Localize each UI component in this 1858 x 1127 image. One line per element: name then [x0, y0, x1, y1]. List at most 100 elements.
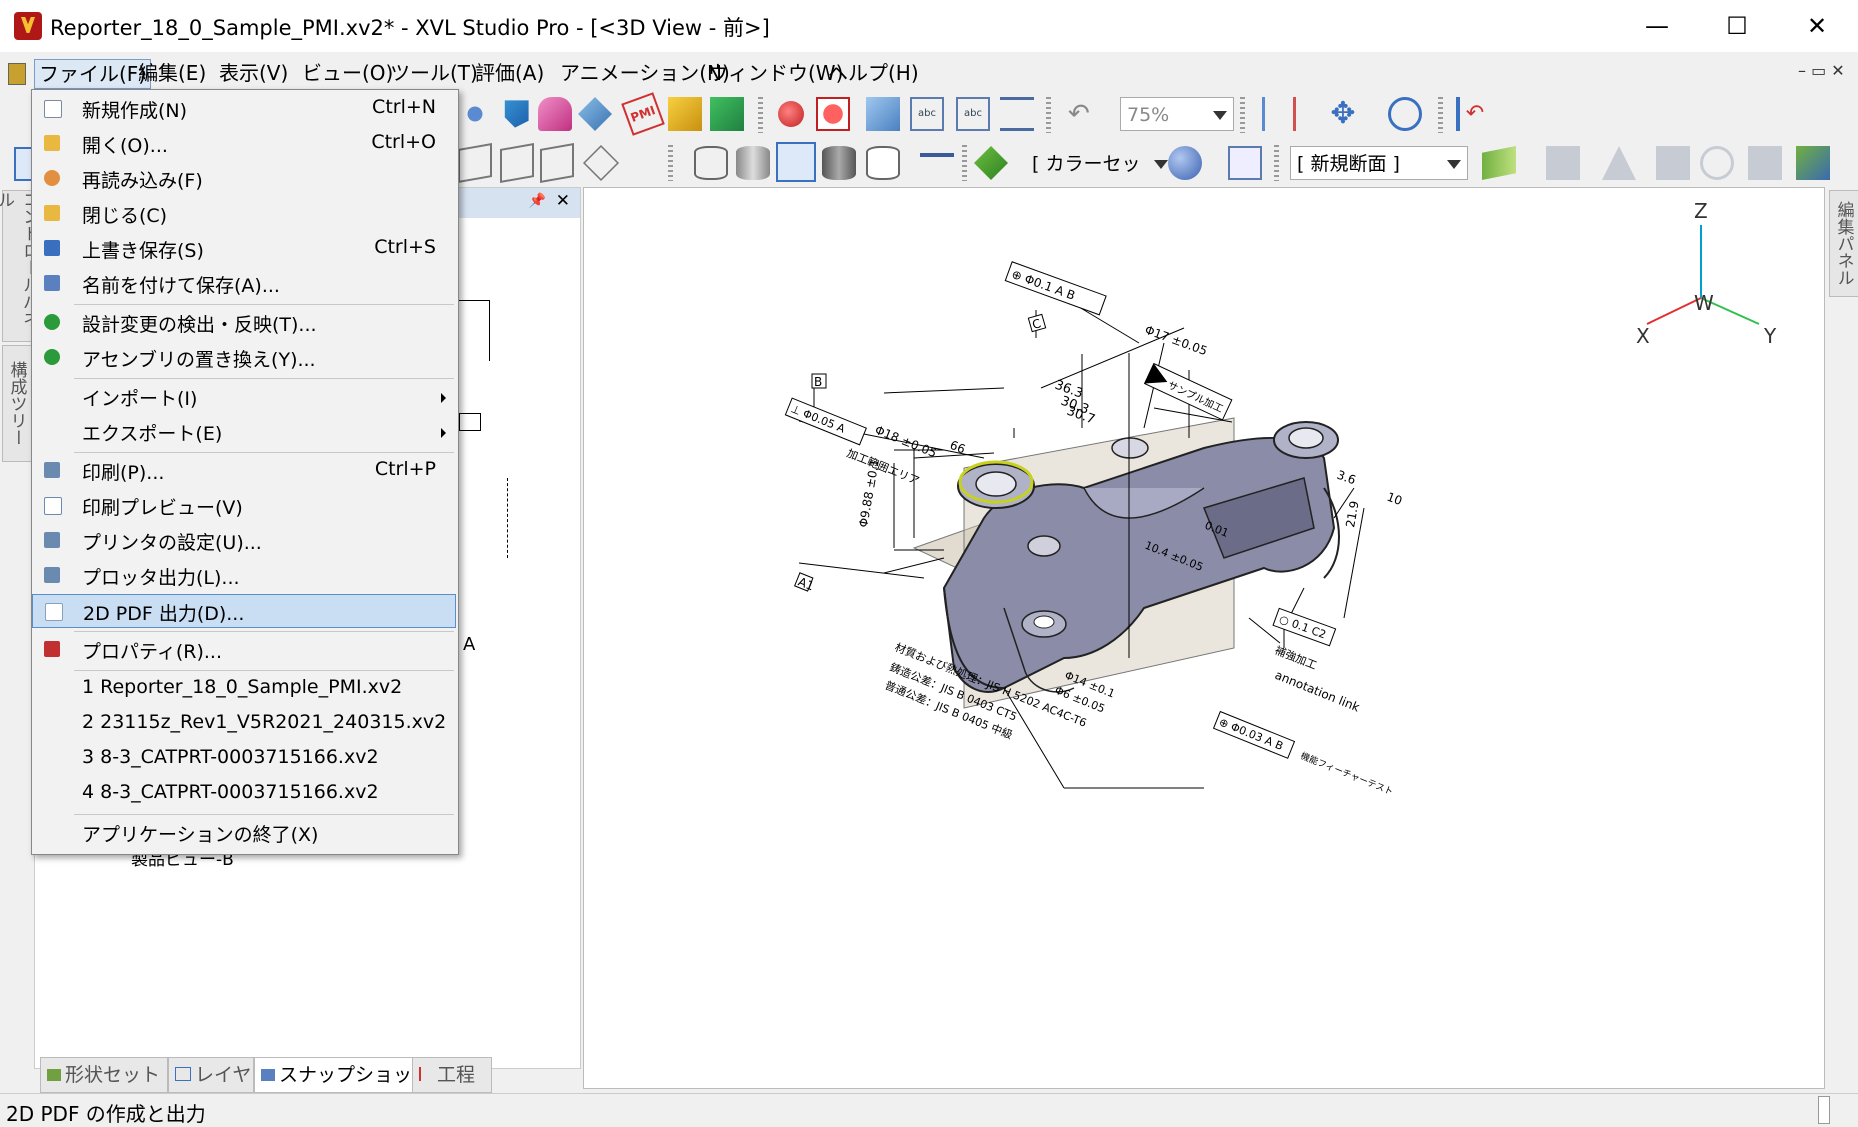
rotate-view-icon[interactable] [458, 97, 492, 131]
orbit-icon[interactable] [1388, 97, 1422, 131]
display-dark-icon[interactable] [822, 146, 856, 180]
menu-help[interactable]: ヘルプ(H) [824, 59, 923, 87]
menu-item-print[interactable]: 印刷(P)... Ctrl+P [32, 454, 456, 488]
replace-assembly-icon [44, 349, 60, 365]
axis-w-label: W [1694, 291, 1714, 315]
tab-process[interactable]: 工程 [412, 1057, 492, 1093]
dimension-icon[interactable] [1000, 97, 1034, 131]
menu-item-save-as[interactable]: 名前を付けて保存(A)... [32, 267, 456, 301]
measure-icon[interactable] [866, 97, 900, 131]
pmi-icon[interactable]: PMI [621, 92, 665, 136]
wire-cube-3-icon[interactable] [540, 143, 574, 183]
menu-view[interactable]: 表示(V) [215, 59, 292, 87]
zoom-combo[interactable]: 75% [1120, 97, 1234, 131]
tab-edit-panel[interactable]: 編集パネル [1829, 190, 1858, 297]
label-note-icon[interactable]: abc [956, 97, 990, 131]
pmi-dia18: Φ18 ±0.05 [873, 423, 939, 460]
file-menu-dropdown: 新規作成(N) Ctrl+N 開く(O)... Ctrl+O 再読み込み(F) 閉じ… [31, 89, 459, 855]
menu-item-recent-3[interactable]: 3 8-3_CATPRT-0003715166.xv2 [32, 742, 456, 776]
undo-icon[interactable]: ↶ [1068, 97, 1102, 131]
menu-viewpoint[interactable]: ビュー(O) [298, 59, 397, 87]
status-text: 2D PDF の作成と出力 [6, 1102, 206, 1126]
highlight-part-icon[interactable] [816, 97, 850, 131]
tree-fragment-a: A [463, 634, 476, 655]
doc-icon[interactable] [8, 63, 26, 85]
display-shaded-edge-icon[interactable] [776, 142, 816, 182]
screen-icon[interactable] [1228, 146, 1262, 180]
menu-tools[interactable]: ツール(T) [386, 59, 482, 87]
window-title: Reporter_18_0_Sample_PMI.xv2* - XVL Stud… [50, 16, 770, 40]
line-style-icon[interactable] [920, 153, 954, 157]
axis-x-label: X [1636, 324, 1650, 348]
explode-icon[interactable] [1262, 97, 1296, 131]
display-shaded-icon[interactable] [736, 146, 770, 180]
drawing-fragment [459, 413, 481, 431]
pmi-datum-b: B [814, 375, 822, 389]
tab-layer[interactable]: レイヤ [168, 1057, 254, 1093]
save-icon [44, 240, 60, 256]
tab-snapshot[interactable]: スナップショット [254, 1057, 431, 1093]
wire-cube-icon[interactable] [458, 143, 492, 183]
menu-item-plotter[interactable]: プロッタ出力(L)... [32, 559, 456, 593]
panel-close-icon[interactable]: ✕ [556, 191, 570, 211]
sequence-icon[interactable]: ↶ [1456, 97, 1490, 131]
menu-item-reload[interactable]: 再読み込み(F) [32, 162, 456, 196]
maximize-button[interactable]: ☐ [1697, 0, 1777, 52]
section-tool-5-icon[interactable] [1748, 146, 1782, 180]
pin-icon[interactable]: 📌 [529, 193, 546, 209]
menu-bar: ファイル(F) 編集(E) 表示(V) ビュー(O) ツール(T) 評価(A) … [0, 55, 1858, 91]
menu-item-recent-2[interactable]: 2 23115z_Rev1_V5R2021_240315.xv2 [32, 707, 456, 741]
section-tool-2-icon[interactable] [1602, 146, 1636, 180]
section-tool-6-icon[interactable] [1796, 146, 1830, 180]
text-note-icon[interactable]: abc [910, 97, 944, 131]
select-assembly-icon[interactable] [710, 97, 744, 131]
section-tool-3-icon[interactable] [1656, 146, 1690, 180]
section-plane-icon[interactable] [1482, 146, 1516, 180]
menu-item-save[interactable]: 上書き保存(S) Ctrl+S [32, 232, 456, 266]
select-face-icon[interactable] [578, 97, 612, 131]
menu-item-close[interactable]: 閉じる(C) [32, 197, 456, 231]
menu-item-replace-assembly[interactable]: アセンブリの置き換え(Y)... [32, 341, 456, 375]
colorset-combo[interactable]: [ カラーセット ] [1026, 147, 1168, 209]
display-hidden-icon[interactable] [866, 146, 900, 180]
tab-structure-tree[interactable]: 構成ツリー [2, 345, 32, 462]
menu-evaluate[interactable]: 評価(A) [471, 59, 548, 87]
select-edge-icon[interactable] [668, 97, 702, 131]
menu-item-pdf-export[interactable]: 2D PDF 出力(D)... [32, 594, 456, 628]
menu-item-new[interactable]: 新規作成(N) Ctrl+N [32, 92, 456, 126]
wire-cube-2-icon[interactable] [500, 143, 534, 183]
sphere-icon[interactable] [1168, 146, 1202, 180]
snapshot-icon [261, 1069, 275, 1081]
menu-item-printer-setup[interactable]: プリンタの設定(U)... [32, 524, 456, 558]
printer-setup-icon [44, 532, 60, 548]
menu-edit[interactable]: 編集(E) [134, 59, 210, 87]
select-part-icon[interactable] [504, 100, 529, 128]
tab-control-panel[interactable]: コントロールパネル [0, 190, 39, 342]
color-icon[interactable] [974, 146, 1008, 180]
select-body-icon[interactable] [538, 97, 572, 131]
pan-icon[interactable]: ✥ [1326, 97, 1360, 131]
menu-item-open[interactable]: 開く(O)... Ctrl+O [32, 127, 456, 161]
minimize-button[interactable]: — [1617, 0, 1697, 52]
menu-item-import[interactable]: インポート(I) [32, 380, 456, 414]
close-button[interactable]: ✕ [1777, 0, 1857, 52]
section-combo[interactable]: [ 新規断面 ] [1290, 146, 1468, 180]
pmi-dim219: 21.9 [1343, 500, 1361, 529]
tab-shape-set[interactable]: 形状セット [40, 1057, 168, 1093]
menu-item-print-preview[interactable]: 印刷プレビュー(V) [32, 489, 456, 523]
menu-item-detect-changes[interactable]: 設計変更の検出・反映(T)... [32, 306, 456, 340]
reload-icon [44, 170, 60, 186]
menu-item-properties[interactable]: プロパティ(R)... [32, 633, 456, 667]
section-tool-4-icon[interactable] [1700, 146, 1734, 180]
menu-item-export[interactable]: エクスポート(E) [32, 415, 456, 449]
model-drawing: Z W X Y C B ⊕ Φ0.1 A B Φ17 ±0.05 36.3 30… [784, 199, 1777, 798]
section-tool-1-icon[interactable] [1546, 146, 1580, 180]
display-wire-icon[interactable] [694, 146, 728, 180]
menu-item-recent-1[interactable]: 1 Reporter_18_0_Sample_PMI.xv2 [32, 672, 456, 706]
iso-cube-icon[interactable] [582, 144, 620, 182]
mdi-controls-icon[interactable]: – ▭ ✕ [1798, 61, 1845, 80]
menu-item-recent-4[interactable]: 4 8-3_CATPRT-0003715166.xv2 [32, 777, 456, 811]
3d-viewport[interactable]: Z W X Y C B ⊕ Φ0.1 A B Φ17 ±0.05 36.3 30… [583, 187, 1825, 1089]
menu-item-exit[interactable]: アプリケーションの終了(X) [32, 816, 456, 850]
show-part-icon[interactable] [778, 101, 804, 127]
